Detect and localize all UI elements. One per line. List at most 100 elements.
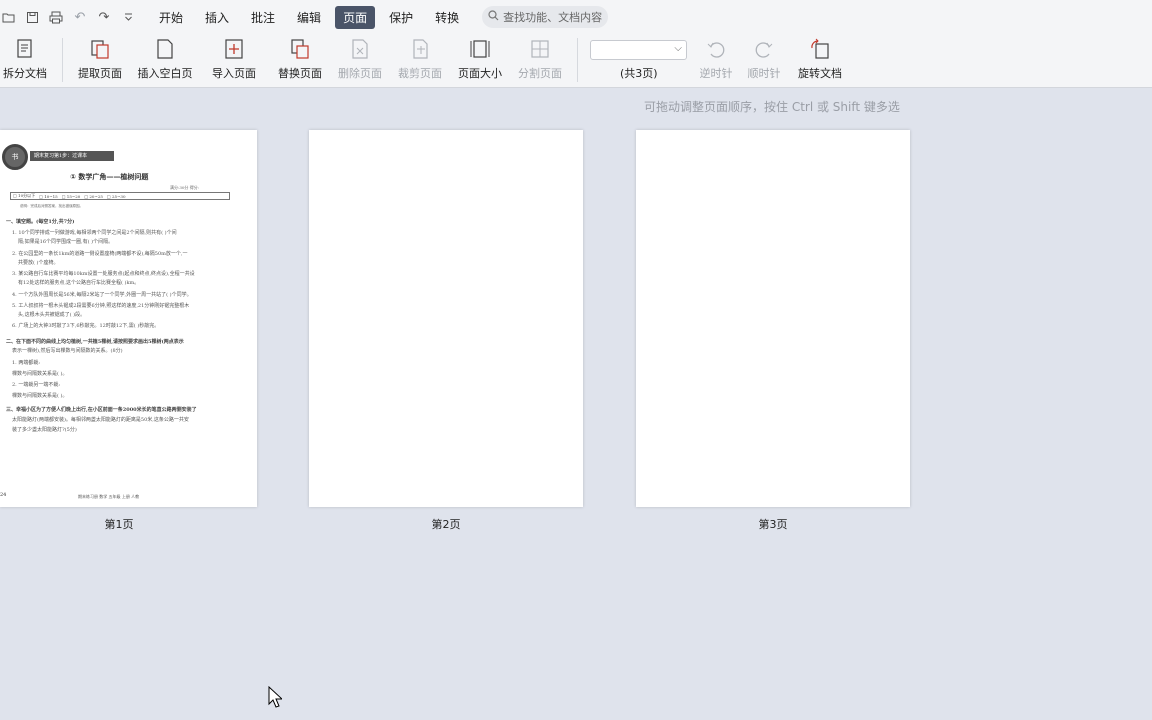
doc-score-bar: □ 10分以下 □ 10~15 □ 15~20 □ 20~25 □ 25~30 bbox=[10, 192, 230, 200]
rotate-cw-label: 顺时针 bbox=[747, 67, 781, 80]
split-page-label: 分割页面 bbox=[518, 67, 562, 80]
page-size-label: 页面大小 bbox=[458, 67, 502, 80]
rotate-ccw-button[interactable]: 逆时针 bbox=[696, 36, 736, 84]
doc-line: 1. 两端都栽: bbox=[12, 360, 41, 366]
tab-insert[interactable]: 插入 bbox=[197, 6, 237, 29]
doc-note: 说明：完成后对照答案，找出错误原因。 bbox=[20, 204, 83, 208]
insert-blank-label: 插入空白页 bbox=[137, 67, 193, 80]
doc-line: 太阳能路灯(两端都安装)。每相邻两盏太阳能路灯的距离是50米,这条公路一共安 bbox=[12, 417, 189, 423]
score-range: □ 20~25 bbox=[84, 193, 103, 199]
doc-line: 6. 广场上的大钟3时敲了3下,6秒敲完。12时敲12下,需( )秒敲完。 bbox=[12, 323, 160, 329]
doc-line: 表示一棵树),然后写出棵数与间隔数的关系。(8分) bbox=[12, 348, 123, 354]
mouse-cursor-icon bbox=[268, 685, 284, 712]
page-number-select[interactable]: ⌵ bbox=[590, 40, 687, 60]
book-logo: 书 bbox=[2, 144, 28, 170]
ribbon-toolbar: 拆分文档 提取页面 插入空白页 导入页面 替换页面 删除页面 裁剪页面 页面大小… bbox=[0, 34, 1152, 88]
import-page-icon bbox=[225, 39, 243, 59]
tab-comment[interactable]: 批注 bbox=[243, 6, 283, 29]
doc-line: 共要放( )个座椅。 bbox=[18, 260, 59, 266]
doc-section: 三、幸福小区为了方便人们晚上出行,在小区前面一条2000米长的笔直公路两侧安装了 bbox=[6, 407, 197, 413]
tab-page[interactable]: 页面 bbox=[335, 5, 376, 29]
undo-icon[interactable]: ↶ bbox=[72, 9, 88, 25]
ribbon-separator bbox=[577, 38, 578, 82]
score-range: □ 15~20 bbox=[61, 193, 81, 199]
ribbon-separator bbox=[62, 38, 63, 82]
score-range: □ 10~15 bbox=[39, 193, 58, 199]
search-placeholder: 查找功能、文档内容 bbox=[503, 11, 603, 24]
doc-section: 一、填空题。(每空1分,共7分) bbox=[6, 219, 75, 225]
doc-line: 1. 10个同学排成一列做游戏,每相邻两个同学之间是2个间隔,则共有( )个间 bbox=[12, 230, 177, 236]
menu-tabs: 开始 插入 批注 编辑 页面 保护 转换 bbox=[148, 5, 470, 29]
tab-start[interactable]: 开始 bbox=[151, 6, 191, 29]
insert-blank-button[interactable]: 插入空白页 bbox=[136, 36, 194, 84]
page-size-icon bbox=[470, 40, 490, 58]
tab-edit[interactable]: 编辑 bbox=[289, 6, 329, 29]
doc-line: 3. 某公路自行车比赛平均每10km设置一处服务点(起点和终点,终点设),全程一… bbox=[12, 271, 195, 277]
extract-page-label: 提取页面 bbox=[78, 67, 122, 80]
print-icon[interactable] bbox=[48, 9, 64, 25]
doc-line: 棵数与间隔数关系是( )。 bbox=[12, 371, 68, 377]
page-thumbnail-1[interactable]: 书 期末复习第1步：过课本 ① 数学广角——植树问题 满分:30分 得分: □ … bbox=[0, 130, 257, 507]
doc-section: 二、在下面不同的曲线上均匀植树,一共植5棵树,请按照要求画出5棵树(两点表示 bbox=[6, 339, 184, 345]
search-box[interactable]: 查找功能、文档内容 bbox=[482, 6, 609, 28]
chevron-down-icon: ⌵ bbox=[674, 43, 682, 54]
redo-icon[interactable]: ↷ bbox=[96, 9, 112, 25]
delete-page-button[interactable]: 删除页面 bbox=[336, 36, 384, 84]
split-doc-label: 拆分文档 bbox=[3, 67, 47, 80]
doc-line: 4. 一个方队外围周长是56米,每隔2米站了一个同学,外圈一周一共站了( )个同… bbox=[12, 292, 192, 298]
page-label-2: 第2页 bbox=[431, 518, 461, 531]
doc-footer-text: 期末练习册 数学 五年级 上册 人教 bbox=[78, 494, 140, 499]
replace-page-icon bbox=[291, 39, 309, 59]
doc-line: 2. 在公园里的一条长1km的道路一侧设置座椅(两端都不设),每隔50m放一个,… bbox=[12, 251, 188, 257]
rotate-cw-icon bbox=[755, 42, 773, 58]
doc-page-number: 24 bbox=[0, 492, 7, 498]
blank-page-icon bbox=[157, 39, 173, 59]
split-doc-button[interactable]: 拆分文档 bbox=[2, 36, 48, 84]
doc-title: ① 数学广角——植树问题 bbox=[70, 173, 149, 181]
score-range: □ 10分以下 bbox=[13, 193, 36, 198]
crop-page-button[interactable]: 裁剪页面 bbox=[396, 36, 444, 84]
doc-line: 2. 一端栽另一端不栽: bbox=[12, 382, 61, 388]
rotate-ccw-icon bbox=[707, 42, 725, 58]
score-range: □ 25~30 bbox=[106, 193, 126, 199]
doc-line: 隔;如果是16个同学围成一圈,有( )个间隔。 bbox=[18, 239, 114, 245]
doc-line: 有12处这样的服务点,这个公路自行车比赛全程( )km。 bbox=[18, 280, 140, 286]
delete-page-icon bbox=[352, 39, 368, 59]
page-total: (共3页) bbox=[620, 67, 658, 80]
save-icon[interactable] bbox=[24, 9, 40, 25]
rotate-ccw-label: 逆时针 bbox=[699, 67, 733, 80]
dropdown-icon[interactable] bbox=[120, 9, 136, 25]
page-thumbnail-2[interactable] bbox=[309, 130, 583, 507]
doc-banner: 期末复习第1步：过课本 bbox=[30, 151, 114, 161]
doc-line: 5. 工人叔叔将一根木头锯成2段需要6分钟,照这样的速度,21分钟刚好锯完整根木 bbox=[12, 303, 190, 309]
rotate-doc-label: 旋转文档 bbox=[798, 67, 842, 80]
page-1-content: 书 期末复习第1步：过课本 ① 数学广角——植树问题 满分:30分 得分: □ … bbox=[0, 130, 257, 507]
tab-protect[interactable]: 保护 bbox=[381, 6, 421, 29]
doc-score: 满分:30分 得分: bbox=[170, 185, 200, 190]
page-thumbnail-3[interactable] bbox=[636, 130, 910, 507]
page-label-1: 第1页 bbox=[104, 518, 134, 531]
extract-page-button[interactable]: 提取页面 bbox=[77, 36, 123, 84]
crop-page-icon bbox=[413, 39, 428, 59]
rotate-cw-button[interactable]: 顺时针 bbox=[744, 36, 784, 84]
import-page-label: 导入页面 bbox=[212, 67, 256, 80]
rotate-doc-icon bbox=[811, 38, 829, 59]
open-icon[interactable] bbox=[0, 9, 16, 25]
split-page-icon bbox=[531, 40, 549, 58]
drag-hint-text: 可拖动调整页面顺序，按住 Ctrl 或 Shift 键多选 bbox=[644, 100, 900, 114]
import-page-button[interactable]: 导入页面 bbox=[206, 36, 262, 84]
crop-page-label: 裁剪页面 bbox=[398, 67, 442, 80]
tab-convert[interactable]: 转换 bbox=[427, 6, 467, 29]
page-size-button[interactable]: 页面大小 bbox=[456, 36, 504, 84]
doc-line: 装了多少盏太阳能路灯?(5分) bbox=[12, 427, 77, 433]
quick-access-toolbar: ↶ ↷ bbox=[0, 9, 136, 25]
doc-line: 头,这根木头共被锯成了( )段。 bbox=[18, 312, 86, 318]
replace-page-button[interactable]: 替换页面 bbox=[276, 36, 324, 84]
delete-page-label: 删除页面 bbox=[338, 67, 382, 80]
split-doc-icon bbox=[17, 39, 32, 58]
rotate-doc-button[interactable]: 旋转文档 bbox=[796, 36, 844, 84]
doc-line: 棵数与间隔数关系是( )。 bbox=[12, 393, 68, 399]
extract-page-icon bbox=[91, 40, 109, 59]
page-label-3: 第3页 bbox=[758, 518, 788, 531]
split-page-button[interactable]: 分割页面 bbox=[516, 36, 564, 84]
